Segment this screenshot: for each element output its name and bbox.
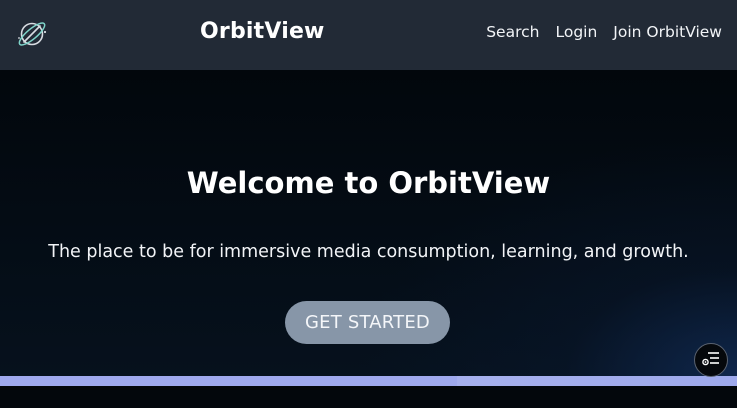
- hero-subtitle: The place to be for immersive media cons…: [48, 242, 689, 262]
- progress-bar-fill: [0, 376, 457, 386]
- hero-section: Welcome to OrbitView The place to be for…: [0, 70, 737, 376]
- progress-bar: [0, 376, 737, 386]
- brand-name[interactable]: OrbitView: [200, 19, 325, 44]
- nav-join-link[interactable]: Join OrbitView: [613, 23, 722, 41]
- orbit-logo-icon[interactable]: [15, 18, 51, 50]
- footer-band: [0, 386, 737, 408]
- nav-login-link[interactable]: Login: [555, 23, 597, 41]
- top-header: OrbitView Search Login Join OrbitView: [0, 0, 737, 70]
- get-started-button[interactable]: GET STARTED: [285, 301, 450, 344]
- settings-list-icon: [702, 350, 720, 370]
- hero-title: Welcome to OrbitView: [186, 166, 551, 200]
- floating-menu-button[interactable]: [694, 343, 728, 377]
- header-nav: Search Login Join OrbitView: [486, 23, 722, 41]
- nav-search-link[interactable]: Search: [486, 23, 539, 41]
